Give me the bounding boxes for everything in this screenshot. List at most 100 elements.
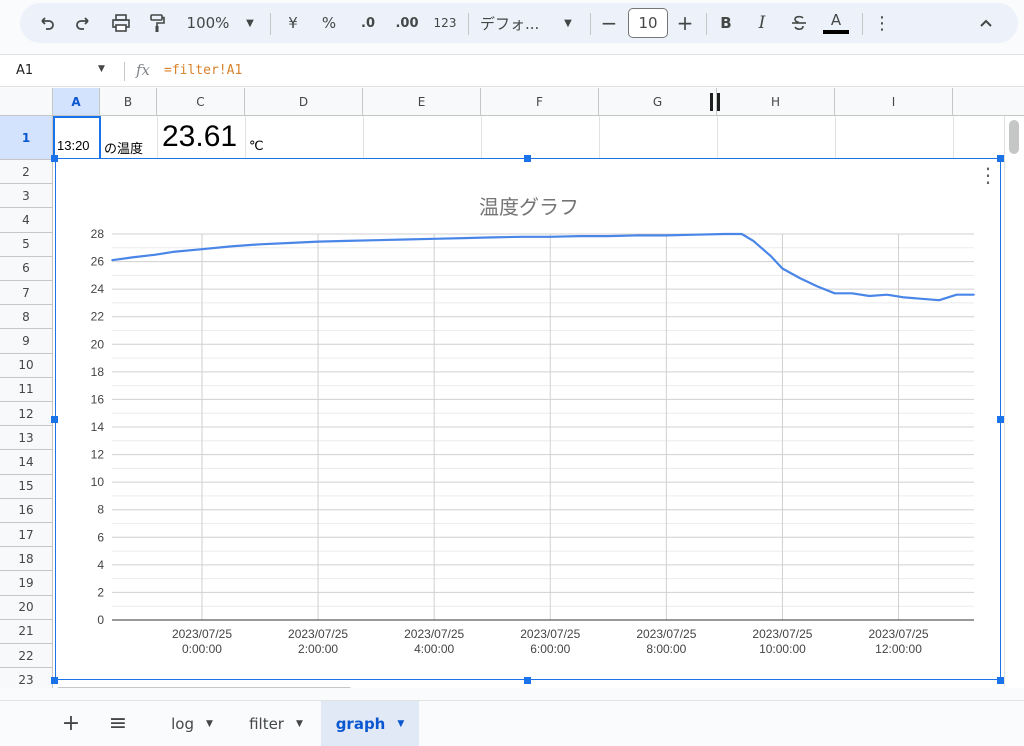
column-header-b[interactable]: B <box>100 88 157 116</box>
select-all-corner[interactable] <box>0 88 53 116</box>
text-color-button[interactable]: A <box>822 7 850 39</box>
data-point <box>955 293 958 296</box>
percent-button[interactable]: % <box>318 7 340 39</box>
row-header-2[interactable]: 2 <box>0 160 53 185</box>
row-header-15[interactable]: 15 <box>0 474 53 499</box>
font-size-increase-button[interactable]: + <box>674 7 696 39</box>
chevron-down-icon[interactable]: ▼ <box>397 719 404 729</box>
column-header-f[interactable]: F <box>481 88 599 116</box>
row-label: 6 <box>22 261 30 276</box>
row-header-4[interactable]: 4 <box>0 208 53 233</box>
increase-decimal-button[interactable]: .00 <box>392 7 422 39</box>
row-header-6[interactable]: 6 <box>0 256 53 281</box>
resize-handle[interactable] <box>997 155 1004 162</box>
font-name: デフォ... <box>480 14 540 33</box>
sheet-tab-log[interactable]: log ▼ <box>158 701 226 746</box>
bold-button[interactable]: B <box>716 7 736 39</box>
sheet-tab-graph[interactable]: graph ▼ <box>321 701 419 746</box>
resize-handle[interactable] <box>51 677 58 684</box>
row-header-18[interactable]: 18 <box>0 547 53 572</box>
italic-button[interactable]: I <box>752 7 772 39</box>
chevron-down-icon[interactable]: ▼ <box>240 7 260 39</box>
row-header-12[interactable]: 12 <box>0 402 53 427</box>
row-header-1[interactable]: 1 <box>0 116 53 160</box>
column-resize-handle[interactable] <box>717 93 720 111</box>
all-sheets-button[interactable]: ≡ <box>104 701 132 746</box>
gridline <box>953 116 954 160</box>
zoom-select[interactable]: 100% <box>180 7 236 39</box>
add-sheet-button[interactable]: + <box>60 701 82 746</box>
strikethrough-icon[interactable] <box>788 7 810 39</box>
horizontal-scrollbar[interactable] <box>53 686 1024 688</box>
resize-handle[interactable] <box>524 155 531 162</box>
gridline <box>599 116 600 160</box>
row-label: 4 <box>22 212 30 227</box>
vertical-scrollbar[interactable] <box>1004 116 1024 686</box>
resize-handle[interactable] <box>524 677 531 684</box>
cell-a1[interactable]: 13:20 <box>57 138 90 153</box>
column-header-e[interactable]: E <box>363 88 481 116</box>
chart-object[interactable]: 温度グラフ ⋮ 0 2 4 6 8 10 12 14 16 18 20 22 24 26 28 2023/07… <box>55 158 1001 680</box>
chevron-down-icon[interactable]: ▼ <box>560 7 576 39</box>
column-header-i[interactable]: I <box>835 88 953 116</box>
paint-format-icon[interactable] <box>142 7 172 39</box>
column-header-a[interactable]: A <box>53 88 100 116</box>
horizontal-scroll-thumb[interactable] <box>55 687 353 688</box>
row-header-10[interactable]: 10 <box>0 353 53 378</box>
gridline <box>363 116 364 160</box>
more-vert-icon[interactable]: ⋮ <box>872 7 892 39</box>
row-header-16[interactable]: 16 <box>0 498 53 523</box>
redo-icon[interactable] <box>68 7 98 39</box>
vertical-scroll-thumb[interactable] <box>1009 120 1019 154</box>
row-header-7[interactable]: 7 <box>0 281 53 306</box>
row-header-23[interactable]: 23 <box>0 668 53 688</box>
row-header-19[interactable]: 19 <box>0 571 53 596</box>
row-header-9[interactable]: 9 <box>0 329 53 354</box>
column-label: A <box>71 94 81 109</box>
column-header-d[interactable]: D <box>245 88 363 116</box>
row-header-21[interactable]: 21 <box>0 619 53 644</box>
decrease-decimal-button[interactable]: .0 <box>354 7 382 39</box>
formula-input[interactable]: =filter!A1 <box>164 63 242 78</box>
all-sheets-label: ≡ <box>108 711 128 736</box>
row-header-14[interactable]: 14 <box>0 450 53 475</box>
font-select[interactable]: デフォ... <box>480 7 552 39</box>
undo-icon[interactable] <box>32 7 62 39</box>
row-header-22[interactable]: 22 <box>0 644 53 669</box>
row-header-20[interactable]: 20 <box>0 595 53 620</box>
data-point <box>491 236 494 239</box>
chevron-down-icon[interactable]: ▼ <box>296 719 303 729</box>
data-point <box>131 256 134 259</box>
number-format-button[interactable]: 123 <box>430 7 460 39</box>
currency-button[interactable]: ¥ <box>282 7 304 39</box>
font-size-decrease-button[interactable]: − <box>598 7 620 39</box>
font-size-input[interactable]: 10 <box>628 8 668 38</box>
chevron-down-icon[interactable]: ▼ <box>206 719 213 729</box>
row-header-13[interactable]: 13 <box>0 426 53 451</box>
row-header-8[interactable]: 8 <box>0 305 53 330</box>
resize-handle[interactable] <box>997 416 1004 423</box>
column-header-h[interactable]: H <box>717 88 835 116</box>
cell-d1[interactable]: ℃ <box>249 138 264 154</box>
data-point <box>201 248 203 250</box>
column-resize-handle[interactable] <box>710 93 713 111</box>
cell-b1[interactable]: の温度 <box>104 138 143 157</box>
column-header-j[interactable] <box>953 88 1024 116</box>
row-header-3[interactable]: 3 <box>0 184 53 209</box>
print-icon[interactable] <box>106 7 136 39</box>
chevron-down-icon[interactable]: ▼ <box>98 64 105 74</box>
resize-handle[interactable] <box>997 677 1004 684</box>
resize-handle[interactable] <box>51 155 58 162</box>
add-sheet-label: + <box>61 711 81 736</box>
row-header-11[interactable]: 11 <box>0 377 53 402</box>
cell-c1[interactable]: 23.61 <box>162 120 237 154</box>
sheet-tab-filter[interactable]: filter ▼ <box>236 701 316 746</box>
row-header-5[interactable]: 5 <box>0 232 53 257</box>
resize-handle[interactable] <box>51 416 58 423</box>
data-point <box>520 235 523 238</box>
row-header-17[interactable]: 17 <box>0 523 53 548</box>
column-header-g[interactable]: G <box>599 88 717 116</box>
column-header-c[interactable]: C <box>157 88 245 116</box>
chevron-up-icon[interactable] <box>974 7 998 39</box>
name-box[interactable]: A1 <box>16 63 33 78</box>
